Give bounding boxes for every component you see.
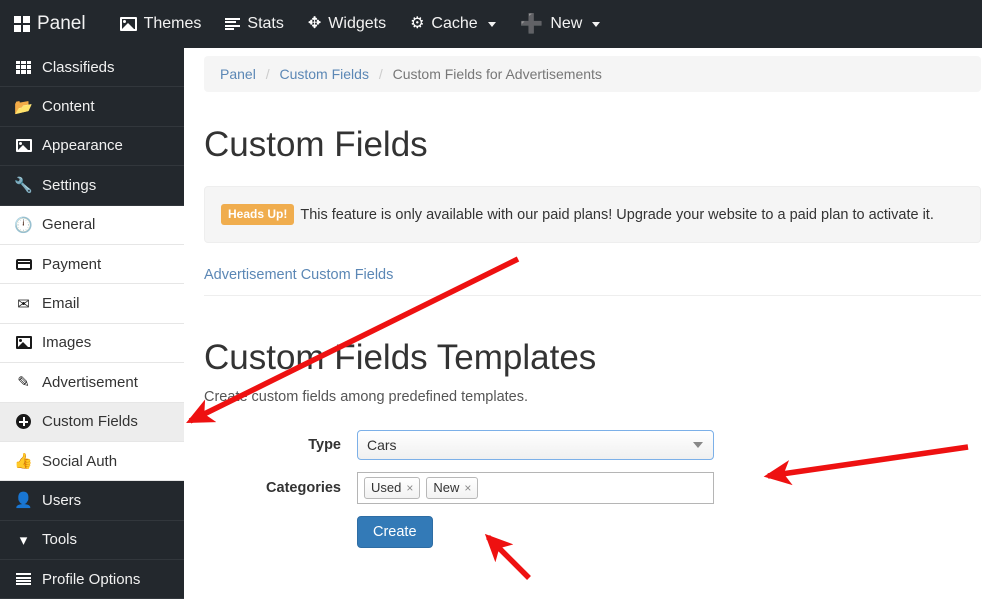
breadcrumb: Panel / Custom Fields / Custom Fields fo…	[204, 56, 981, 92]
breadcrumb-current: Custom Fields for Advertisements	[392, 66, 602, 82]
grid-4-icon	[14, 16, 30, 32]
sidebar-item-social-auth-label: Social Auth	[42, 452, 118, 470]
form-row-submit: Create	[184, 516, 982, 548]
envelope-icon: ✉	[17, 295, 30, 313]
sidebar-item-social-auth[interactable]: 👍 Social Auth	[0, 441, 184, 482]
remove-tag-icon[interactable]: ×	[464, 481, 471, 495]
sidebar-item-email[interactable]: ✉ Email	[0, 284, 184, 324]
sidebar-item-general-label: General	[42, 216, 96, 234]
type-select-value: Cars	[367, 437, 397, 453]
clock-icon: 🕛	[14, 216, 33, 234]
grid-9-icon	[14, 60, 33, 74]
form-row-type: Type Cars	[184, 430, 982, 460]
nav-item-stats[interactable]: Stats	[213, 0, 295, 48]
type-label: Type	[308, 437, 341, 453]
section-divider	[204, 295, 981, 296]
category-tag-label: New	[433, 480, 460, 495]
sidebar-item-profile-options[interactable]: Profile Options	[0, 560, 184, 599]
credit-card-icon	[14, 258, 33, 270]
sidebar-item-users[interactable]: 👤 Users	[0, 481, 184, 521]
breadcrumb-link-custom-fields[interactable]: Custom Fields	[279, 66, 368, 82]
sidebar-item-custom-fields-label: Custom Fields	[42, 413, 138, 431]
sidebar-item-images-label: Images	[42, 334, 92, 352]
sidebar-item-email-label: Email	[42, 295, 80, 313]
sidebar-item-settings[interactable]: 🔧 Settings	[0, 166, 184, 206]
sidebar-item-advertisement-label: Advertisement	[42, 373, 138, 391]
sidebar-item-images[interactable]: Images	[0, 323, 184, 364]
sidebar-item-settings-label: Settings	[42, 176, 97, 194]
thumbs-up-icon: 👍	[14, 453, 33, 471]
category-tag[interactable]: Used ×	[364, 477, 421, 499]
top-navigation-bar: Panel Themes Stats ✥ Widgets ⚙ Cache ➕ N…	[0, 0, 982, 48]
sidebar-item-appearance[interactable]: Appearance	[0, 126, 184, 167]
custom-field-template-form: Type Cars Categories Used × New × Create	[184, 430, 982, 548]
nav-item-new[interactable]: ➕ New	[508, 0, 613, 48]
breadcrumb-separator: /	[265, 66, 270, 82]
sidebar-item-content-label: Content	[42, 98, 95, 116]
nav-item-widgets-label: Widgets	[328, 15, 387, 32]
gear-icon: ⚙	[410, 15, 425, 32]
sidebar-item-appearance-label: Appearance	[42, 137, 123, 155]
sidebar-item-advertisement[interactable]: ✎ Advertisement	[0, 363, 184, 403]
nav-item-new-label: New	[550, 15, 583, 32]
sidebar-item-profile-options-label: Profile Options	[42, 570, 141, 588]
sidebar-item-tools-label: Tools	[42, 531, 78, 549]
chevron-down-icon	[592, 21, 601, 27]
sidebar-item-classifieds[interactable]: Classifieds	[0, 48, 184, 88]
templates-section-title: Custom Fields Templates	[204, 338, 597, 377]
picture-icon	[14, 336, 33, 350]
lines-icon	[14, 573, 33, 586]
plus-circle-icon	[14, 414, 33, 430]
paid-plan-alert: Heads Up! This feature is only available …	[204, 186, 981, 243]
category-tag[interactable]: New ×	[426, 477, 479, 499]
sidebar-item-payment[interactable]: Payment	[0, 244, 184, 285]
sidebar-item-users-label: Users	[42, 491, 82, 509]
chevron-down-icon	[487, 21, 496, 27]
sidebar-item-content[interactable]: 📂 Content	[0, 87, 184, 127]
form-row-categories: Categories Used × New ×	[184, 472, 982, 504]
edit-square-icon: ✎	[17, 374, 30, 392]
type-select[interactable]: Cars	[357, 430, 714, 460]
templates-section-subtitle: Create custom fields among predefined te…	[204, 389, 529, 405]
sidebar-item-general[interactable]: 🕛 General	[0, 205, 184, 245]
move-arrows-icon: ✥	[307, 15, 322, 32]
nav-item-themes[interactable]: Themes	[108, 0, 214, 48]
paid-plan-alert-text: This feature is only available with our …	[300, 207, 934, 223]
breadcrumb-link-panel[interactable]: Panel	[220, 66, 256, 82]
nav-item-cache-label: Cache	[431, 15, 478, 32]
sidebar-item-custom-fields[interactable]: Custom Fields	[0, 402, 184, 442]
breadcrumb-separator: /	[378, 66, 383, 82]
category-tag-label: Used	[371, 480, 402, 495]
categories-label: Categories	[266, 480, 341, 496]
nav-item-cache[interactable]: ⚙ Cache	[398, 0, 508, 48]
advertisement-custom-fields-link[interactable]: Advertisement Custom Fields	[204, 267, 393, 283]
chevron-down-icon	[693, 442, 703, 448]
create-button[interactable]: Create	[357, 516, 433, 548]
page-title: Custom Fields	[204, 125, 428, 164]
sidebar: Classifieds 📂 Content Appearance 🔧 Setti…	[0, 48, 184, 599]
picture-icon	[14, 139, 33, 153]
sidebar-item-tools[interactable]: ▾ Tools	[0, 520, 184, 561]
user-icon: 👤	[14, 492, 33, 510]
wrench-icon: 🔧	[14, 177, 33, 195]
sidebar-item-classifieds-label: Classifieds	[42, 58, 115, 76]
brand-panel-link[interactable]: Panel	[10, 0, 108, 48]
remove-tag-icon[interactable]: ×	[406, 481, 413, 495]
picture-icon	[119, 17, 137, 31]
nav-item-widgets[interactable]: ✥ Widgets	[296, 0, 398, 48]
nav-item-themes-label: Themes	[143, 15, 202, 32]
main-content: Panel / Custom Fields / Custom Fields fo…	[184, 48, 982, 599]
categories-tag-input[interactable]: Used × New ×	[357, 472, 714, 504]
funnel-icon: ▾	[19, 531, 28, 549]
plus-icon: ➕	[519, 13, 544, 35]
status-badge: Heads Up!	[221, 204, 295, 225]
sidebar-item-payment-label: Payment	[42, 255, 102, 273]
brand-label: Panel	[37, 13, 86, 34]
bar-list-icon	[225, 17, 241, 31]
nav-item-stats-label: Stats	[247, 15, 284, 32]
folder-open-icon: 📂	[14, 98, 33, 116]
